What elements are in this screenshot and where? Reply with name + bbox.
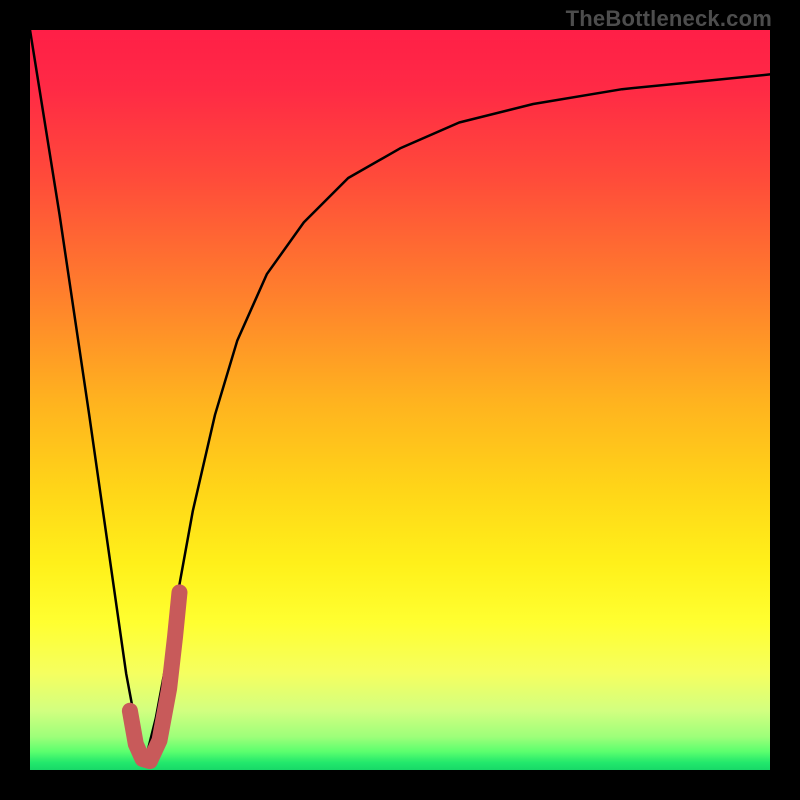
curve-layer xyxy=(30,30,770,770)
chart-frame: TheBottleneck.com xyxy=(0,0,800,800)
watermark-text: TheBottleneck.com xyxy=(566,6,772,32)
bottleneck-curve-left xyxy=(30,30,145,763)
bottleneck-curve-right xyxy=(145,74,770,762)
optimal-J-mark xyxy=(130,592,180,761)
plot-area xyxy=(30,30,770,770)
